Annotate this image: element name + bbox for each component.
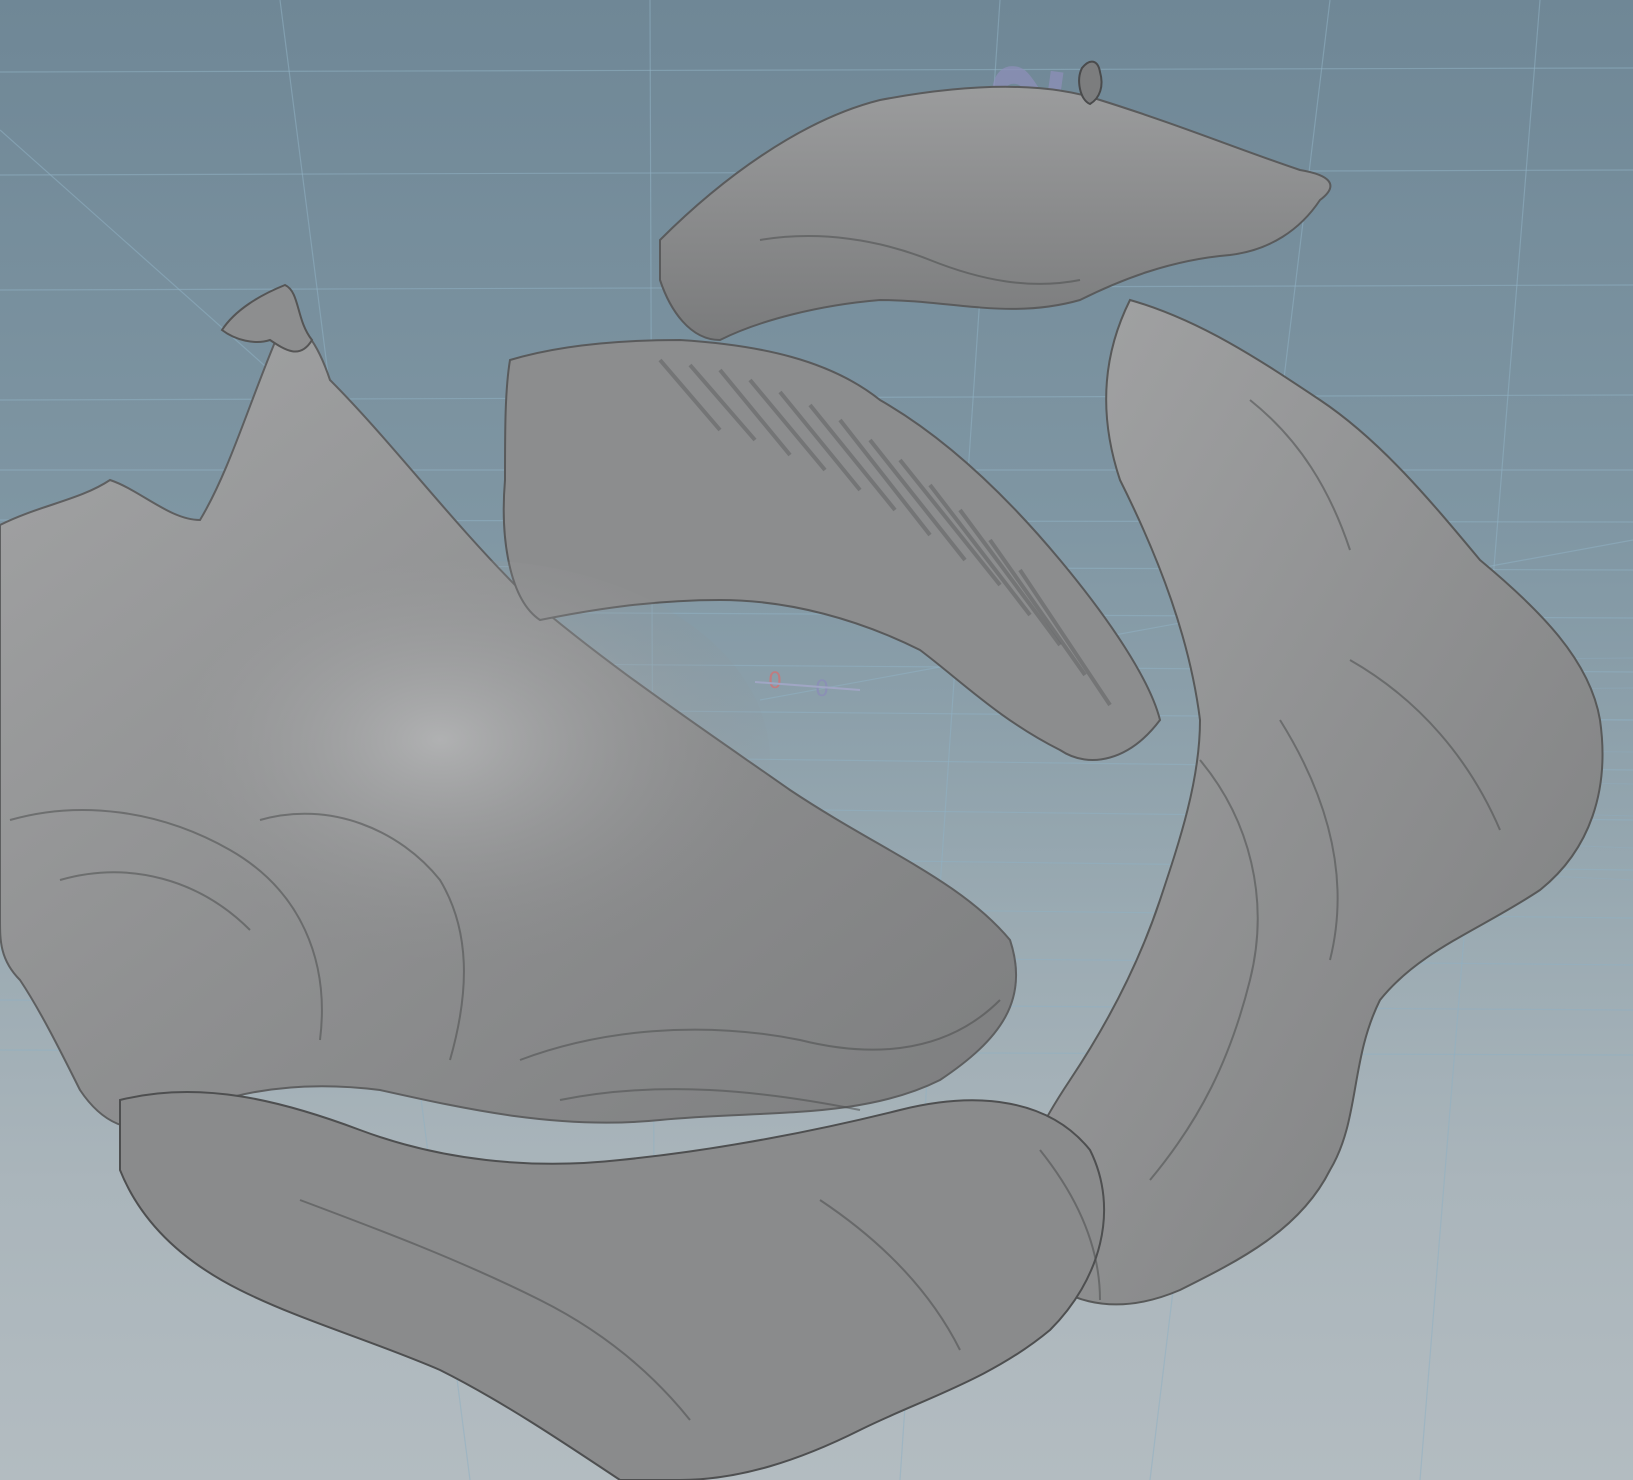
origin-label-a: 0 [768, 669, 782, 694]
origin-label-b: 0 [815, 677, 829, 702]
cloth-sheen [170, 560, 770, 960]
3d-viewport[interactable]: 2 1 0 0 [0, 0, 1633, 1480]
viewport-scene[interactable]: 2 1 0 0 [0, 0, 1633, 1480]
cloth-mesh[interactable] [0, 60, 1604, 1480]
cloth-right-column[interactable] [1012, 298, 1604, 1306]
cloth-top-tip[interactable] [1078, 60, 1103, 106]
cloth-lower-swirl[interactable] [119, 1091, 1106, 1480]
cloth-top-ribbon[interactable] [659, 85, 1332, 342]
cloth-left-tip[interactable] [220, 283, 314, 353]
